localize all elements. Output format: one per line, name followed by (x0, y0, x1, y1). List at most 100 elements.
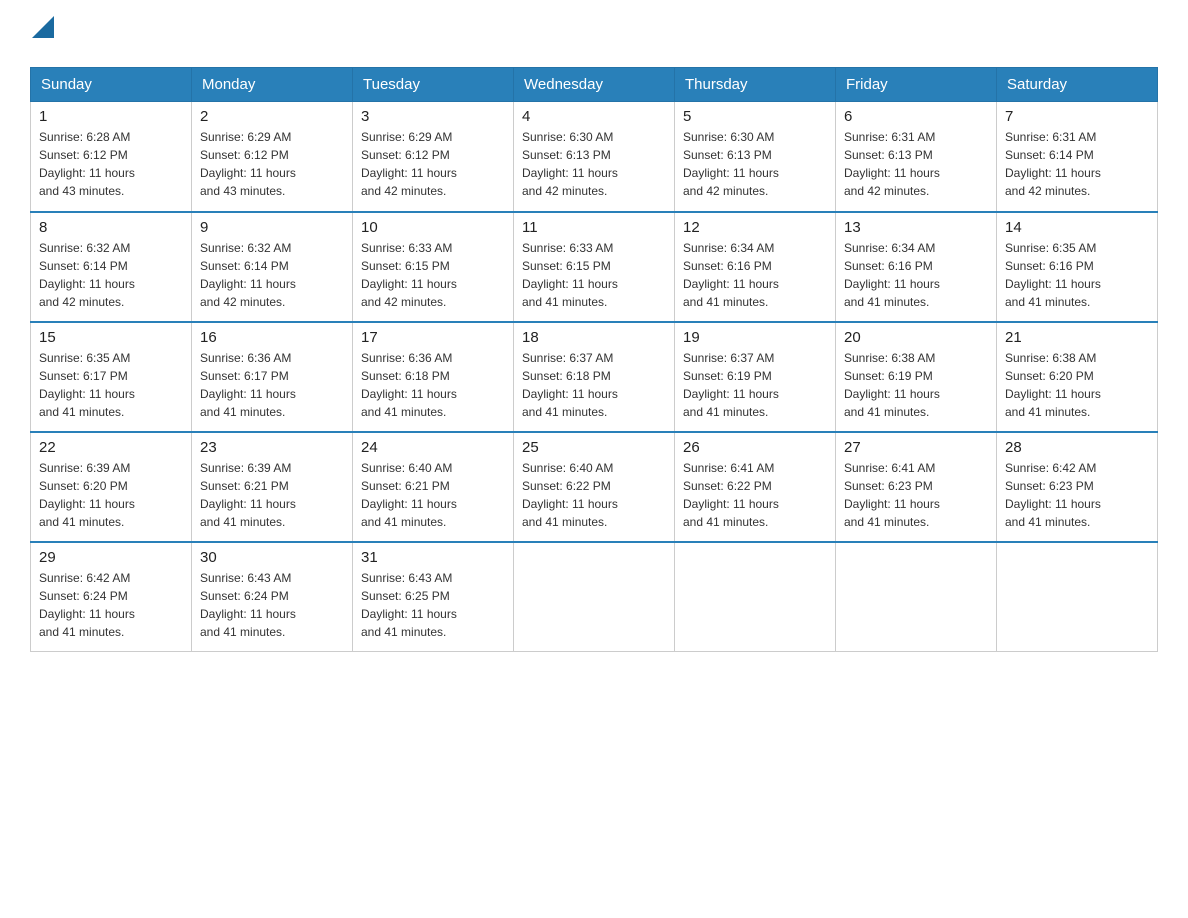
calendar-cell: 6 Sunrise: 6:31 AM Sunset: 6:13 PM Dayli… (836, 102, 997, 212)
calendar-cell: 24 Sunrise: 6:40 AM Sunset: 6:21 PM Dayl… (353, 432, 514, 542)
day-number: 23 (200, 439, 344, 456)
day-number: 4 (522, 108, 666, 125)
day-info: Sunrise: 6:43 AM Sunset: 6:24 PM Dayligh… (200, 569, 344, 641)
calendar-cell: 4 Sunrise: 6:30 AM Sunset: 6:13 PM Dayli… (514, 102, 675, 212)
day-info: Sunrise: 6:29 AM Sunset: 6:12 PM Dayligh… (200, 128, 344, 200)
day-number: 19 (683, 329, 827, 346)
calendar-week-row: 15 Sunrise: 6:35 AM Sunset: 6:17 PM Dayl… (31, 322, 1158, 432)
day-number: 28 (1005, 439, 1149, 456)
calendar-cell: 26 Sunrise: 6:41 AM Sunset: 6:22 PM Dayl… (675, 432, 836, 542)
day-info: Sunrise: 6:43 AM Sunset: 6:25 PM Dayligh… (361, 569, 505, 641)
day-number: 20 (844, 329, 988, 346)
calendar-cell: 23 Sunrise: 6:39 AM Sunset: 6:21 PM Dayl… (192, 432, 353, 542)
day-info: Sunrise: 6:36 AM Sunset: 6:18 PM Dayligh… (361, 349, 505, 421)
page-header (30, 20, 1158, 47)
day-info: Sunrise: 6:29 AM Sunset: 6:12 PM Dayligh… (361, 128, 505, 200)
calendar-cell (997, 542, 1158, 652)
day-info: Sunrise: 6:34 AM Sunset: 6:16 PM Dayligh… (683, 239, 827, 311)
day-info: Sunrise: 6:35 AM Sunset: 6:17 PM Dayligh… (39, 349, 183, 421)
calendar-header-row: SundayMondayTuesdayWednesdayThursdayFrid… (31, 68, 1158, 102)
day-info: Sunrise: 6:40 AM Sunset: 6:21 PM Dayligh… (361, 459, 505, 531)
col-header-friday: Friday (836, 68, 997, 102)
day-number: 2 (200, 108, 344, 125)
day-info: Sunrise: 6:34 AM Sunset: 6:16 PM Dayligh… (844, 239, 988, 311)
day-number: 14 (1005, 219, 1149, 236)
day-info: Sunrise: 6:41 AM Sunset: 6:22 PM Dayligh… (683, 459, 827, 531)
calendar-cell: 18 Sunrise: 6:37 AM Sunset: 6:18 PM Dayl… (514, 322, 675, 432)
col-header-wednesday: Wednesday (514, 68, 675, 102)
calendar-cell: 5 Sunrise: 6:30 AM Sunset: 6:13 PM Dayli… (675, 102, 836, 212)
calendar-cell: 15 Sunrise: 6:35 AM Sunset: 6:17 PM Dayl… (31, 322, 192, 432)
day-info: Sunrise: 6:33 AM Sunset: 6:15 PM Dayligh… (361, 239, 505, 311)
day-number: 12 (683, 219, 827, 236)
day-info: Sunrise: 6:35 AM Sunset: 6:16 PM Dayligh… (1005, 239, 1149, 311)
calendar-cell: 20 Sunrise: 6:38 AM Sunset: 6:19 PM Dayl… (836, 322, 997, 432)
day-number: 5 (683, 108, 827, 125)
day-info: Sunrise: 6:32 AM Sunset: 6:14 PM Dayligh… (39, 239, 183, 311)
day-number: 17 (361, 329, 505, 346)
calendar-cell: 11 Sunrise: 6:33 AM Sunset: 6:15 PM Dayl… (514, 212, 675, 322)
day-info: Sunrise: 6:31 AM Sunset: 6:14 PM Dayligh… (1005, 128, 1149, 200)
day-info: Sunrise: 6:36 AM Sunset: 6:17 PM Dayligh… (200, 349, 344, 421)
day-info: Sunrise: 6:31 AM Sunset: 6:13 PM Dayligh… (844, 128, 988, 200)
calendar-cell: 30 Sunrise: 6:43 AM Sunset: 6:24 PM Dayl… (192, 542, 353, 652)
day-number: 6 (844, 108, 988, 125)
day-number: 26 (683, 439, 827, 456)
calendar-week-row: 29 Sunrise: 6:42 AM Sunset: 6:24 PM Dayl… (31, 542, 1158, 652)
logo (30, 20, 54, 47)
calendar-cell: 19 Sunrise: 6:37 AM Sunset: 6:19 PM Dayl… (675, 322, 836, 432)
day-number: 27 (844, 439, 988, 456)
calendar-cell: 27 Sunrise: 6:41 AM Sunset: 6:23 PM Dayl… (836, 432, 997, 542)
calendar-cell: 29 Sunrise: 6:42 AM Sunset: 6:24 PM Dayl… (31, 542, 192, 652)
day-number: 7 (1005, 108, 1149, 125)
day-number: 15 (39, 329, 183, 346)
day-number: 25 (522, 439, 666, 456)
day-number: 1 (39, 108, 183, 125)
day-info: Sunrise: 6:33 AM Sunset: 6:15 PM Dayligh… (522, 239, 666, 311)
day-info: Sunrise: 6:42 AM Sunset: 6:24 PM Dayligh… (39, 569, 183, 641)
day-number: 29 (39, 549, 183, 566)
calendar-cell: 31 Sunrise: 6:43 AM Sunset: 6:25 PM Dayl… (353, 542, 514, 652)
day-number: 21 (1005, 329, 1149, 346)
day-number: 10 (361, 219, 505, 236)
day-info: Sunrise: 6:37 AM Sunset: 6:18 PM Dayligh… (522, 349, 666, 421)
calendar-cell: 10 Sunrise: 6:33 AM Sunset: 6:15 PM Dayl… (353, 212, 514, 322)
calendar-cell: 13 Sunrise: 6:34 AM Sunset: 6:16 PM Dayl… (836, 212, 997, 322)
day-number: 9 (200, 219, 344, 236)
calendar-cell (836, 542, 997, 652)
day-number: 13 (844, 219, 988, 236)
day-info: Sunrise: 6:38 AM Sunset: 6:19 PM Dayligh… (844, 349, 988, 421)
day-info: Sunrise: 6:30 AM Sunset: 6:13 PM Dayligh… (683, 128, 827, 200)
calendar-cell: 7 Sunrise: 6:31 AM Sunset: 6:14 PM Dayli… (997, 102, 1158, 212)
day-info: Sunrise: 6:39 AM Sunset: 6:20 PM Dayligh… (39, 459, 183, 531)
day-number: 3 (361, 108, 505, 125)
calendar-cell: 21 Sunrise: 6:38 AM Sunset: 6:20 PM Dayl… (997, 322, 1158, 432)
calendar-cell: 9 Sunrise: 6:32 AM Sunset: 6:14 PM Dayli… (192, 212, 353, 322)
day-number: 18 (522, 329, 666, 346)
day-info: Sunrise: 6:39 AM Sunset: 6:21 PM Dayligh… (200, 459, 344, 531)
col-header-monday: Monday (192, 68, 353, 102)
day-number: 11 (522, 219, 666, 236)
day-number: 24 (361, 439, 505, 456)
calendar-week-row: 1 Sunrise: 6:28 AM Sunset: 6:12 PM Dayli… (31, 102, 1158, 212)
day-number: 30 (200, 549, 344, 566)
day-info: Sunrise: 6:28 AM Sunset: 6:12 PM Dayligh… (39, 128, 183, 200)
day-number: 22 (39, 439, 183, 456)
day-info: Sunrise: 6:40 AM Sunset: 6:22 PM Dayligh… (522, 459, 666, 531)
day-info: Sunrise: 6:42 AM Sunset: 6:23 PM Dayligh… (1005, 459, 1149, 531)
col-header-tuesday: Tuesday (353, 68, 514, 102)
col-header-thursday: Thursday (675, 68, 836, 102)
calendar-cell: 25 Sunrise: 6:40 AM Sunset: 6:22 PM Dayl… (514, 432, 675, 542)
day-number: 8 (39, 219, 183, 236)
col-header-saturday: Saturday (997, 68, 1158, 102)
calendar-cell: 1 Sunrise: 6:28 AM Sunset: 6:12 PM Dayli… (31, 102, 192, 212)
day-info: Sunrise: 6:38 AM Sunset: 6:20 PM Dayligh… (1005, 349, 1149, 421)
day-info: Sunrise: 6:41 AM Sunset: 6:23 PM Dayligh… (844, 459, 988, 531)
col-header-sunday: Sunday (31, 68, 192, 102)
day-info: Sunrise: 6:30 AM Sunset: 6:13 PM Dayligh… (522, 128, 666, 200)
calendar-cell: 17 Sunrise: 6:36 AM Sunset: 6:18 PM Dayl… (353, 322, 514, 432)
calendar-table: SundayMondayTuesdayWednesdayThursdayFrid… (30, 67, 1158, 652)
calendar-cell (675, 542, 836, 652)
day-number: 16 (200, 329, 344, 346)
calendar-cell: 14 Sunrise: 6:35 AM Sunset: 6:16 PM Dayl… (997, 212, 1158, 322)
